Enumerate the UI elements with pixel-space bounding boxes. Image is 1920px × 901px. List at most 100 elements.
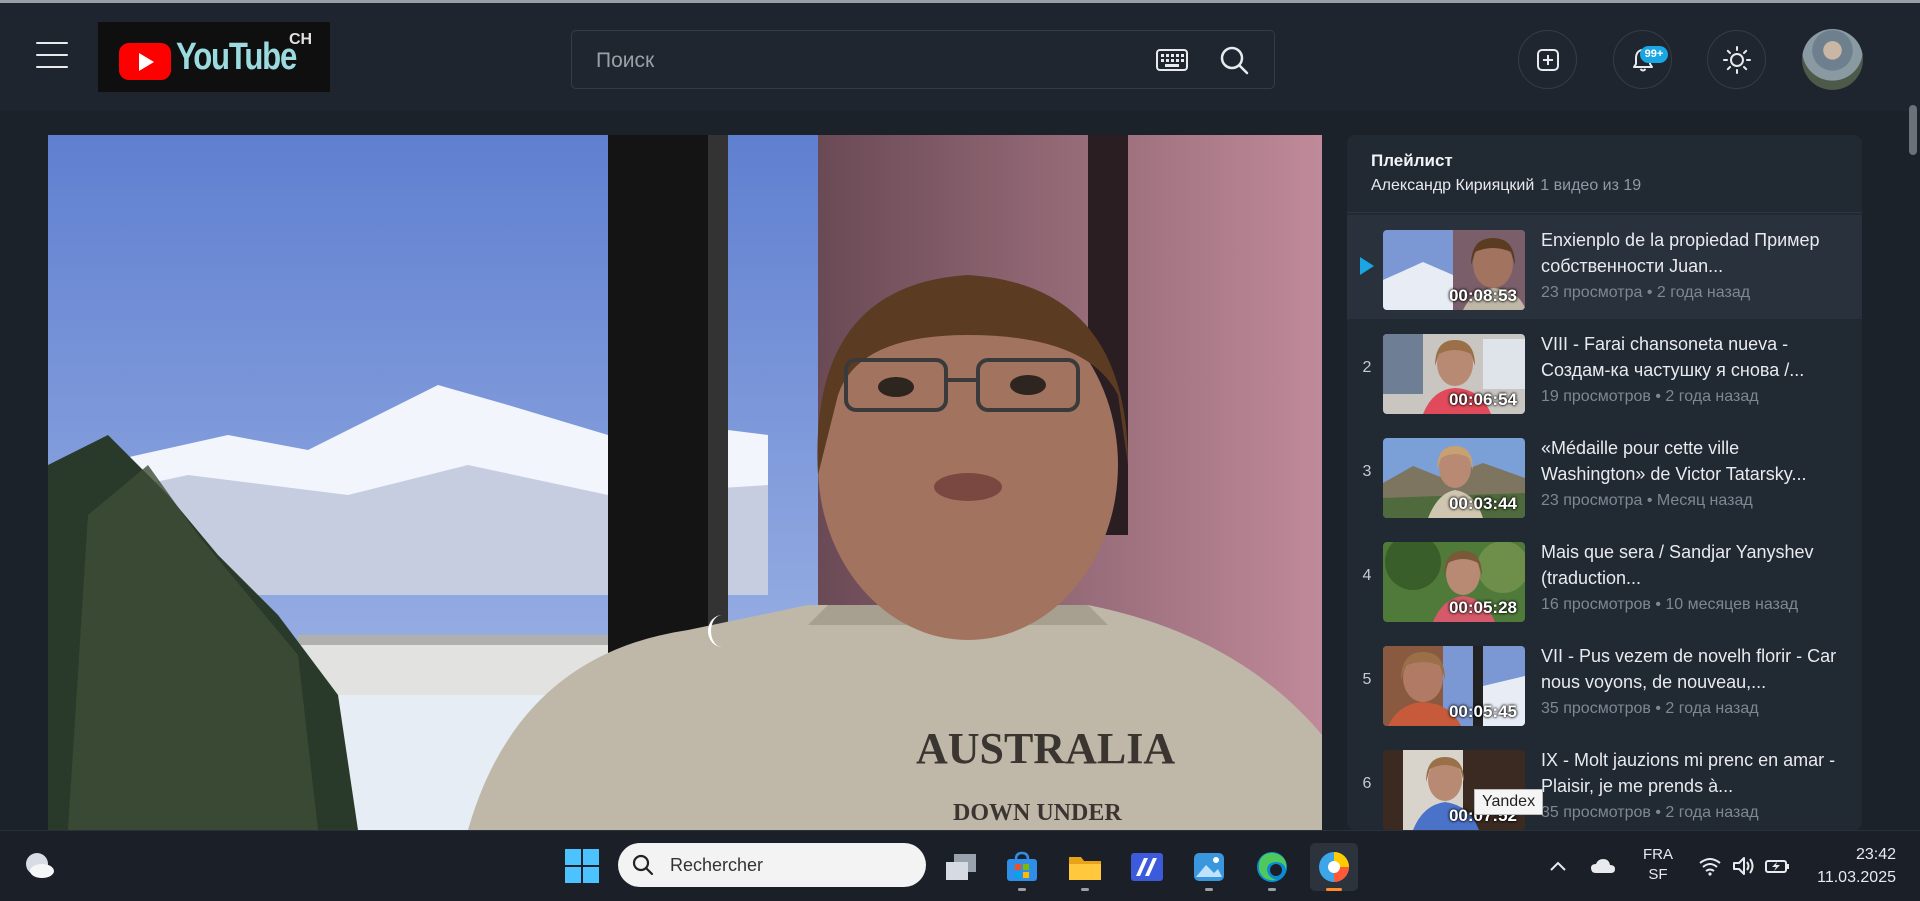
task-view-button[interactable]	[937, 843, 985, 891]
playlist-item[interactable]: 6 00:07:52 IX - Molt jauzions mi prenc e…	[1347, 735, 1862, 830]
taskbar-search[interactable]: Rechercher	[618, 843, 926, 887]
video-meta: 16 просмотров • 10 месяцев назад	[1541, 596, 1799, 613]
loading-spinner-icon	[708, 615, 736, 647]
search-input[interactable]	[596, 49, 1096, 73]
onedrive-tray[interactable]	[1586, 849, 1620, 883]
now-playing-icon	[1360, 257, 1374, 275]
edge-browser-icon	[1257, 852, 1287, 882]
hamburger-icon-line	[36, 54, 68, 56]
playlist-panel: Плейлист Александр Кирияцкий 1 видео из 1…	[1347, 135, 1862, 830]
cloud-icon	[1591, 859, 1615, 873]
video-meta: 19 просмотров • 2 года назад	[1541, 388, 1759, 405]
running-indicator	[1268, 888, 1276, 891]
task-view-icon	[946, 854, 976, 880]
create-button[interactable]	[1518, 30, 1577, 89]
search-icon	[632, 854, 654, 876]
active-indicator	[1326, 888, 1342, 891]
playlist-item-index: 2	[1362, 359, 1372, 376]
playlist-item[interactable]: 2 00:06:54 VIII - Farai chansoneta nueva…	[1347, 319, 1862, 423]
sun-icon	[1722, 45, 1751, 74]
video-thumbnail[interactable]: 00:05:45	[1383, 646, 1525, 726]
hamburger-icon	[36, 42, 68, 44]
network-tray[interactable]	[1693, 849, 1727, 883]
playlist-item-index: 4	[1362, 567, 1372, 584]
hamburger-icon-line	[36, 66, 68, 68]
taskbar: Rechercher FRA SF 23:42 11.03.2025	[0, 830, 1920, 901]
header: YouTube CH 99+	[0, 3, 1920, 111]
video-title[interactable]: VII - Pus vezem de novelh florir - Car n…	[1541, 643, 1841, 695]
video-thumbnail[interactable]: 00:06:54	[1383, 334, 1525, 414]
running-indicator	[1081, 888, 1089, 891]
editor-app-icon	[1131, 853, 1163, 881]
photos-app[interactable]	[1185, 843, 1233, 891]
playlist-item[interactable]: 00:08:53 Enxienplo de la propiedad Приме…	[1347, 215, 1862, 319]
svg-text:DOWN UNDER: DOWN UNDER	[953, 800, 1122, 826]
user-avatar[interactable]	[1802, 29, 1863, 90]
video-title[interactable]: VIII - Farai chansoneta nueva - Создам-к…	[1541, 331, 1841, 383]
video-frame: AUSTRALIA DOWN UNDER	[48, 135, 1322, 830]
battery-tray[interactable]	[1761, 849, 1795, 883]
wifi-icon	[1699, 858, 1721, 876]
video-thumbnail[interactable]: 00:05:28	[1383, 542, 1525, 622]
video-title[interactable]: Mais que sera / Sandjar Yanyshev (traduc…	[1541, 539, 1841, 591]
store-icon	[1007, 851, 1037, 881]
video-player[interactable]: AUSTRALIA DOWN UNDER	[48, 135, 1322, 830]
language-code: FRA	[1643, 846, 1673, 863]
chevron-up-icon	[1550, 861, 1566, 871]
system-clock[interactable]: 23:42 11.03.2025	[1806, 843, 1896, 889]
video-title[interactable]: «Médaille pour cette ville Washington» d…	[1541, 435, 1841, 487]
windows-start-icon[interactable]	[564, 848, 600, 884]
playlist-item[interactable]: 4 00:05:28 Mais que sera / Sandjar Yanys…	[1347, 527, 1862, 631]
youtube-logo[interactable]: YouTube CH	[98, 22, 330, 92]
video-duration: 00:06:54	[1448, 390, 1517, 409]
divider	[1347, 212, 1862, 213]
playlist-owner-name[interactable]: Александр Кирияцкий	[1371, 177, 1534, 194]
file-explorer-app[interactable]	[1061, 843, 1109, 891]
taskbar-search-placeholder: Rechercher	[670, 855, 764, 875]
editor-app[interactable]	[1123, 843, 1171, 891]
theme-toggle-button[interactable]	[1707, 30, 1766, 89]
logo-text: YouTube	[176, 36, 297, 78]
clock-time: 23:42	[1855, 846, 1896, 863]
youtube-play-icon	[119, 43, 171, 80]
keyboard-icon[interactable]	[1156, 49, 1188, 71]
menu-button[interactable]	[36, 42, 68, 72]
volume-icon	[1733, 857, 1754, 875]
playlist-owner: Александр Кирияцкий 1 видео из 19	[1371, 177, 1641, 195]
video-duration: 00:05:28	[1448, 598, 1517, 617]
keyboard-layout-code: SF	[1648, 866, 1668, 883]
yandex-browser-app[interactable]	[1310, 843, 1358, 891]
svg-text:AUSTRALIA: AUSTRALIA	[916, 724, 1175, 773]
notification-badge: 99+	[1640, 46, 1668, 63]
playlist-item[interactable]: 5 00:05:45 VII - Pus vezem de novelh flo…	[1347, 631, 1862, 735]
running-indicator	[1018, 888, 1026, 891]
tooltip: Yandex	[1474, 789, 1544, 815]
video-meta: 35 просмотров • 2 года назад	[1541, 700, 1759, 717]
yandex-browser-icon	[1319, 852, 1349, 882]
playlist-item-index: 5	[1362, 671, 1372, 688]
video-thumbnail[interactable]: 00:08:53	[1383, 230, 1525, 310]
video-duration: 00:03:44	[1448, 494, 1517, 513]
store-app[interactable]	[998, 843, 1046, 891]
create-icon	[1536, 48, 1559, 71]
playlist-title: Плейлист	[1371, 151, 1453, 170]
edge-app[interactable]	[1248, 843, 1296, 891]
playlist-item[interactable]: 3 00:03:44 «Médaille pour cette ville Wa…	[1347, 423, 1862, 527]
video-thumbnail[interactable]: 00:03:44	[1383, 438, 1525, 518]
video-meta: 23 просмотра • Месяц назад	[1541, 492, 1753, 509]
video-title[interactable]: IX - Molt jauzions mi prenc en amar - Pl…	[1541, 747, 1841, 799]
search-icon[interactable]	[1219, 45, 1249, 75]
running-indicator	[1205, 888, 1213, 891]
input-language[interactable]: FRA SF	[1641, 845, 1675, 885]
playlist-item-index: 3	[1362, 463, 1372, 480]
show-hidden-icons-button[interactable]	[1541, 849, 1575, 883]
weather-icon[interactable]	[22, 849, 56, 883]
video-meta: 23 просмотра • 2 года назад	[1541, 284, 1751, 301]
playlist-count: 1 видео из 19	[1540, 177, 1642, 194]
volume-tray[interactable]	[1727, 849, 1761, 883]
photos-icon	[1194, 853, 1224, 881]
video-title[interactable]: Enxienplo de la propiedad Пример собстве…	[1541, 227, 1841, 279]
battery-charging-icon	[1765, 860, 1789, 873]
page-scrollbar[interactable]	[1909, 105, 1917, 155]
video-meta: 35 просмотров • 2 года назад	[1541, 804, 1759, 821]
